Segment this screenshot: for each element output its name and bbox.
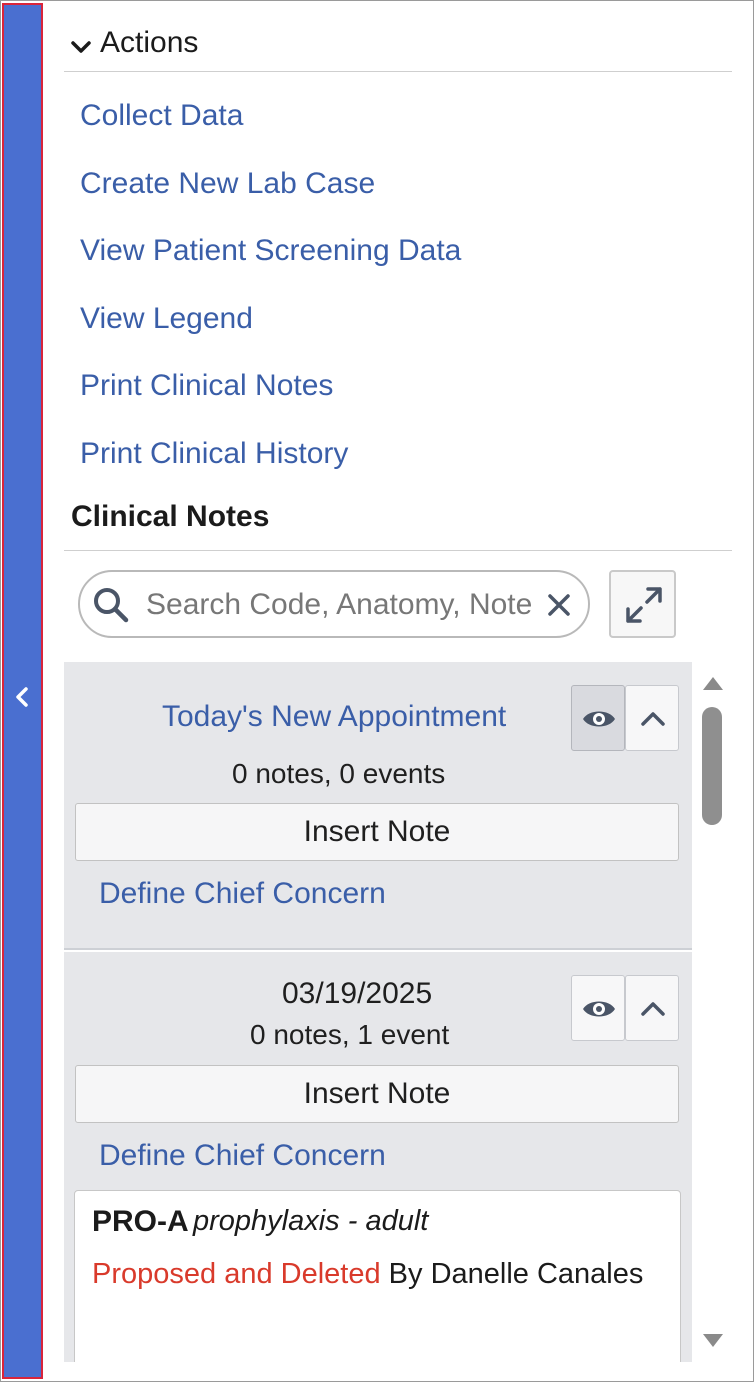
expand-button[interactable] (609, 570, 676, 638)
collapse-panel-button[interactable] (2, 3, 43, 1379)
procedure-description: prophylaxis - adult (193, 1205, 429, 1237)
toggle-visibility-button[interactable] (571, 975, 625, 1041)
procedure-code: PRO-A (92, 1205, 189, 1238)
search-box (78, 570, 590, 638)
appointment-counts: 0 notes, 0 events (232, 758, 446, 789)
chevron-up-icon (641, 1002, 665, 1016)
eye-icon (583, 1001, 615, 1017)
insert-note-button[interactable]: Insert Note (75, 1065, 679, 1123)
insert-note-button[interactable]: Insert Note (75, 803, 679, 861)
note-status-line: Proposed and Deleted By Danelle Canales (92, 1255, 652, 1294)
print-clinical-notes-link[interactable]: Print Clinical Notes (80, 369, 333, 403)
collect-data-link[interactable]: Collect Data (80, 99, 243, 133)
clinical-notes-header: Clinical Notes (64, 496, 732, 551)
scrollbar[interactable] (697, 668, 729, 1362)
expand-icon (626, 587, 662, 623)
note-author: By Danelle Canales (380, 1258, 644, 1290)
appointment-list: Today's New Appointment 0 notes, 0 event… (64, 662, 692, 1362)
clinical-note-card[interactable]: PRO-A prophylaxis - adult Proposed and D… (74, 1190, 681, 1362)
scroll-down-arrow-icon[interactable] (701, 1332, 725, 1350)
eye-icon (583, 711, 615, 727)
define-chief-concern-link[interactable]: Define Chief Concern (99, 877, 386, 911)
scroll-up-arrow-icon[interactable] (701, 674, 725, 692)
collapse-appointment-button[interactable] (625, 975, 679, 1041)
clinical-notes-title: Clinical Notes (71, 500, 270, 533)
toggle-visibility-button[interactable] (571, 685, 625, 751)
appointment-card: Today's New Appointment 0 notes, 0 event… (64, 662, 692, 950)
search-input[interactable] (146, 586, 538, 624)
appointment-date: 03/19/2025 (282, 977, 433, 1010)
create-lab-case-link[interactable]: Create New Lab Case (80, 167, 375, 201)
define-chief-concern-link[interactable]: Define Chief Concern (99, 1139, 386, 1173)
actions-section-header[interactable]: Actions (64, 24, 732, 72)
actions-title: Actions (100, 26, 199, 59)
chevron-left-icon (16, 687, 28, 707)
chevron-up-icon (641, 712, 665, 726)
close-icon[interactable] (542, 588, 576, 622)
search-icon (94, 588, 129, 623)
scrollbar-thumb[interactable] (702, 707, 722, 825)
appointment-counts: 0 notes, 1 event (250, 1019, 450, 1050)
appointment-title-link[interactable]: Today's New Appointment (162, 700, 506, 734)
print-clinical-history-link[interactable]: Print Clinical History (80, 437, 348, 471)
collapse-appointment-button[interactable] (625, 685, 679, 751)
note-status: Proposed and Deleted (92, 1258, 381, 1290)
view-screening-data-link[interactable]: View Patient Screening Data (80, 234, 461, 268)
view-legend-link[interactable]: View Legend (80, 302, 253, 336)
chevron-down-icon (71, 41, 91, 53)
appointment-card: 03/19/2025 0 notes, 1 event Insert Note … (64, 952, 692, 1362)
